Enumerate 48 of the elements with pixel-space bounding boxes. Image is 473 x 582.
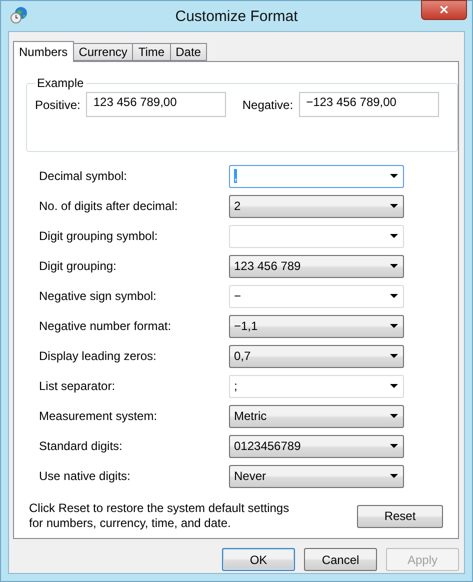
setting-label: Digit grouping: xyxy=(39,259,118,273)
caret-icon xyxy=(390,324,398,328)
setting-label: Digit grouping symbol: xyxy=(39,229,159,243)
setting-label: Measurement system: xyxy=(39,409,158,423)
setting-label: Display leading zeros: xyxy=(39,349,158,363)
field-label: Positive: xyxy=(35,98,80,112)
setting-label: Negative sign symbol: xyxy=(39,289,158,303)
dropdown[interactable]: Metric xyxy=(229,404,404,428)
setting-label: Standard digits: xyxy=(39,439,124,453)
field-label: Negative: xyxy=(242,98,294,112)
caret-icon xyxy=(390,264,398,268)
caret-icon xyxy=(390,234,398,238)
dropdown[interactable]: 0,7 xyxy=(229,344,404,368)
globe-clock-icon xyxy=(10,6,28,24)
caret-icon xyxy=(390,474,398,478)
setting-label: Decimal symbol: xyxy=(39,169,128,183)
caret-icon xyxy=(390,384,398,388)
caret-icon xyxy=(390,354,398,358)
dropdown[interactable]: −1,1 xyxy=(229,314,404,338)
caret-icon xyxy=(390,414,398,418)
tab[interactable]: Currency xyxy=(72,43,134,61)
caret-icon xyxy=(390,294,398,298)
input-field[interactable]: −123 456 789,00 xyxy=(299,92,440,117)
dropdown[interactable]: 2 xyxy=(229,194,404,218)
dropdown[interactable]: Never xyxy=(229,464,404,488)
dialog-button[interactable]: OK xyxy=(222,548,295,571)
dialog-button[interactable]: Cancel xyxy=(304,548,377,571)
setting-label: Use native digits: xyxy=(39,469,132,483)
dropdown[interactable] xyxy=(229,224,404,248)
reset-note: Click Reset to restore the system default settings for numbers, currency, time, and date. xyxy=(29,501,290,531)
caret-icon xyxy=(390,174,398,178)
setting-label: List separator: xyxy=(39,379,116,393)
dropdown[interactable]: 0123456789 xyxy=(229,434,404,458)
input-field[interactable]: 123 456 789,00 xyxy=(86,92,226,117)
setting-label: No. of digits after decimal: xyxy=(39,199,179,213)
setting-label: Negative number format: xyxy=(39,319,172,333)
reset-button[interactable]: Reset xyxy=(357,504,443,528)
caret-icon xyxy=(390,204,398,208)
caret-icon xyxy=(390,444,398,448)
dropdown[interactable]: ; xyxy=(229,374,404,398)
close-button[interactable]: ✕ xyxy=(421,0,467,20)
window-title: Customize Format xyxy=(175,8,298,24)
dropdown[interactable]: − xyxy=(229,284,404,308)
tab[interactable]: Time xyxy=(132,43,171,61)
tab[interactable]: Numbers xyxy=(13,41,74,62)
dropdown[interactable]: 123 456 789 xyxy=(229,254,404,278)
group-title: Example xyxy=(36,76,85,90)
tab[interactable]: Date xyxy=(170,43,207,61)
